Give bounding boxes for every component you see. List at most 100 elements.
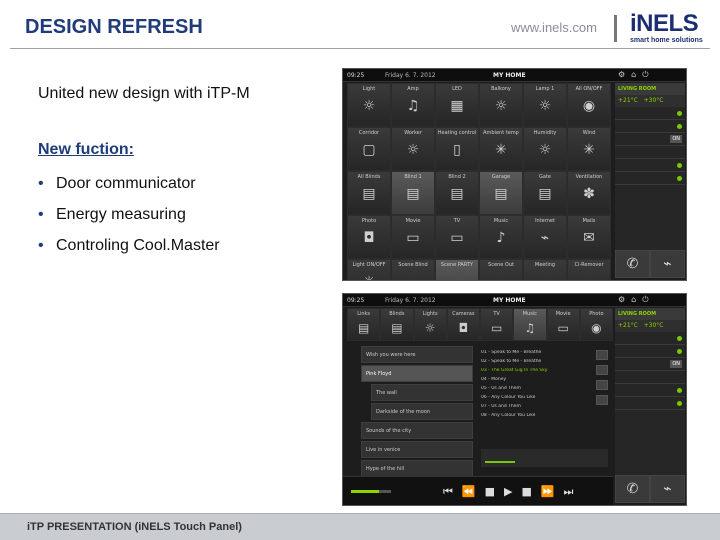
device-tile[interactable]: Mails ✉ [567, 215, 611, 259]
footer-bar: iTP PRESENTATION (iNELS Touch Panel) [0, 513, 720, 540]
tab-movie[interactable]: Movie ▭ [546, 308, 580, 341]
site-url: www.inels.com [511, 20, 597, 35]
track-item[interactable]: 05 - Us and Them [481, 386, 591, 395]
tab-links[interactable]: Links ▤ [347, 308, 381, 341]
satellite-icon[interactable]: ⌁ [650, 250, 685, 278]
folder-item[interactable]: Sounds of the city [361, 422, 473, 439]
tab-label: Cameras [452, 311, 475, 317]
sidebar-row[interactable] [615, 397, 685, 410]
on-button[interactable]: ON [670, 360, 682, 368]
device-tile-label: Lamp 1 [535, 86, 555, 92]
track-item[interactable]: 04 - Money [481, 377, 591, 386]
track-item[interactable]: 08 - Any Colour You Like [481, 413, 591, 422]
device-tile[interactable]: Ventilation ✽ [567, 171, 611, 215]
tab-label: Links [357, 311, 371, 317]
page-title: DESIGN REFRESH [25, 16, 203, 38]
tab-tv[interactable]: TV ▭ [480, 308, 514, 341]
room-name: LIVING ROOM [615, 308, 685, 320]
device-tile[interactable]: Music ♪ [479, 215, 523, 259]
footer-text: iTP PRESENTATION (iNELS Touch Panel) [27, 521, 242, 533]
device-icon: ♫ [406, 98, 420, 114]
sidebar-row[interactable] [615, 371, 685, 384]
folder-item[interactable]: Darkside of the moon [371, 403, 473, 420]
tab-cameras[interactable]: Cameras ◘ [446, 308, 480, 341]
tab-blinds[interactable]: Blinds ▤ [380, 308, 414, 341]
device-tile[interactable]: Gate ▤ [523, 171, 567, 215]
sidebar-row[interactable] [615, 384, 685, 397]
device-tile[interactable]: All Blinds ▤ [347, 171, 391, 215]
device-tile[interactable]: Lamp 1 ☼ [523, 83, 567, 127]
device-tile[interactable]: LED ▦ [435, 83, 479, 127]
device-tile[interactable]: Scene Out ⌁ [479, 259, 523, 280]
device-tile[interactable]: Blind 2 ▤ [435, 171, 479, 215]
device-tile[interactable]: Movie ▭ [391, 215, 435, 259]
track-item[interactable]: 03 - The Great Gig In The Sky [481, 368, 591, 377]
sidebar-row[interactable] [615, 120, 685, 133]
device-tile[interactable]: Heating control ▯ [435, 127, 479, 171]
panel-topbar: 09:25 Friday 6. 7. 2012 MY HOME ⚙⌂⏻ [343, 69, 686, 82]
device-tile[interactable]: Light ON/OFF ☼ [347, 259, 391, 280]
sidebar-row[interactable] [615, 332, 685, 345]
on-button[interactable]: ON [670, 135, 682, 143]
device-tile[interactable]: TV ▭ [435, 215, 479, 259]
tab-icon: ▭ [490, 321, 503, 335]
satellite-icon[interactable]: ⌁ [650, 475, 685, 503]
device-tile-label: All ON/OFF [575, 86, 603, 92]
list-control-button[interactable] [596, 365, 608, 375]
device-tile[interactable]: Light ☼ [347, 83, 391, 127]
device-tile[interactable]: Blind 1 ▤ [391, 171, 435, 215]
tab-label: TV [493, 311, 500, 317]
device-tile[interactable]: Corridor ▢ [347, 127, 391, 171]
sidebar-row[interactable] [615, 146, 685, 159]
tab-photo[interactable]: Photo ◉ [579, 308, 613, 341]
device-tile[interactable]: Worker ☼ [391, 127, 435, 171]
list-control-button[interactable] [596, 350, 608, 360]
folder-item[interactable]: Pink Floyd [361, 365, 473, 382]
transport-buttons[interactable]: ⏮⏪■▶■⏩⏭ [443, 485, 582, 499]
intercom-controls: ✆ ⌁ [615, 250, 685, 278]
tab-music[interactable]: Music ♫ [513, 308, 547, 341]
device-tile[interactable]: Photo ◘ [347, 215, 391, 259]
slide: DESIGN REFRESH www.inels.com iNELS smart… [0, 0, 720, 540]
sidebar-row[interactable] [615, 107, 685, 120]
device-tile[interactable]: Scene PARTY ⌁ [435, 259, 479, 280]
device-tile[interactable]: Amp ♫ [391, 83, 435, 127]
folder-item[interactable]: Live in venice [361, 441, 473, 458]
device-tile[interactable]: Humidity ☼ [523, 127, 567, 171]
device-tile-label: Wind [582, 130, 596, 136]
device-icon: ▯ [453, 142, 461, 158]
device-tile[interactable]: All ON/OFF ◉ [567, 83, 611, 127]
tab-lights[interactable]: Lights ☼ [413, 308, 447, 341]
device-tile[interactable]: Ambient temp ✳ [479, 127, 523, 171]
device-tile[interactable]: Scene Blind ⌁ [391, 259, 435, 280]
list-control-button[interactable] [596, 395, 608, 405]
folder-item[interactable]: Wish you were here [361, 346, 473, 363]
volume-slider[interactable] [351, 490, 391, 493]
list-control-button[interactable] [596, 380, 608, 390]
status-dot [677, 124, 682, 129]
track-item[interactable]: 02 - Speak to Me - Breathe [481, 359, 591, 368]
track-item[interactable]: 01 - Speak to Me - Breathe [481, 350, 591, 359]
device-tile[interactable]: Meeting ⌁ [523, 259, 567, 280]
sidebar-row[interactable] [615, 172, 685, 185]
sidebar-row[interactable] [615, 159, 685, 172]
phone-icon[interactable]: ✆ [615, 475, 650, 503]
sidebar-row[interactable]: ON [615, 133, 685, 146]
device-tile[interactable]: Garage ▤ [479, 171, 523, 215]
list-controls [596, 350, 608, 410]
phone-icon[interactable]: ✆ [615, 250, 650, 278]
device-tile[interactable]: Balkony ☼ [479, 83, 523, 127]
device-tile[interactable]: Cl-Remover ⌁ [567, 259, 611, 280]
sidebar-row[interactable] [615, 345, 685, 358]
track-list: 01 - Speak to Me - Breathe 02 - Speak to … [481, 350, 591, 422]
topbar-icons: ⚙⌂⏻ [618, 295, 655, 304]
device-icon: ✳ [495, 142, 507, 158]
track-item[interactable]: 06 - Any Colour You Like [481, 395, 591, 404]
device-tile[interactable]: Wind ✳ [567, 127, 611, 171]
folder-item[interactable]: Hype of the hill [361, 460, 473, 477]
device-icon: ☼ [348, 274, 390, 280]
device-tile[interactable]: Internet ⌁ [523, 215, 567, 259]
folder-item[interactable]: The wall [371, 384, 473, 401]
sidebar-row[interactable]: ON [615, 358, 685, 371]
track-item[interactable]: 07 - Us and Them [481, 404, 591, 413]
